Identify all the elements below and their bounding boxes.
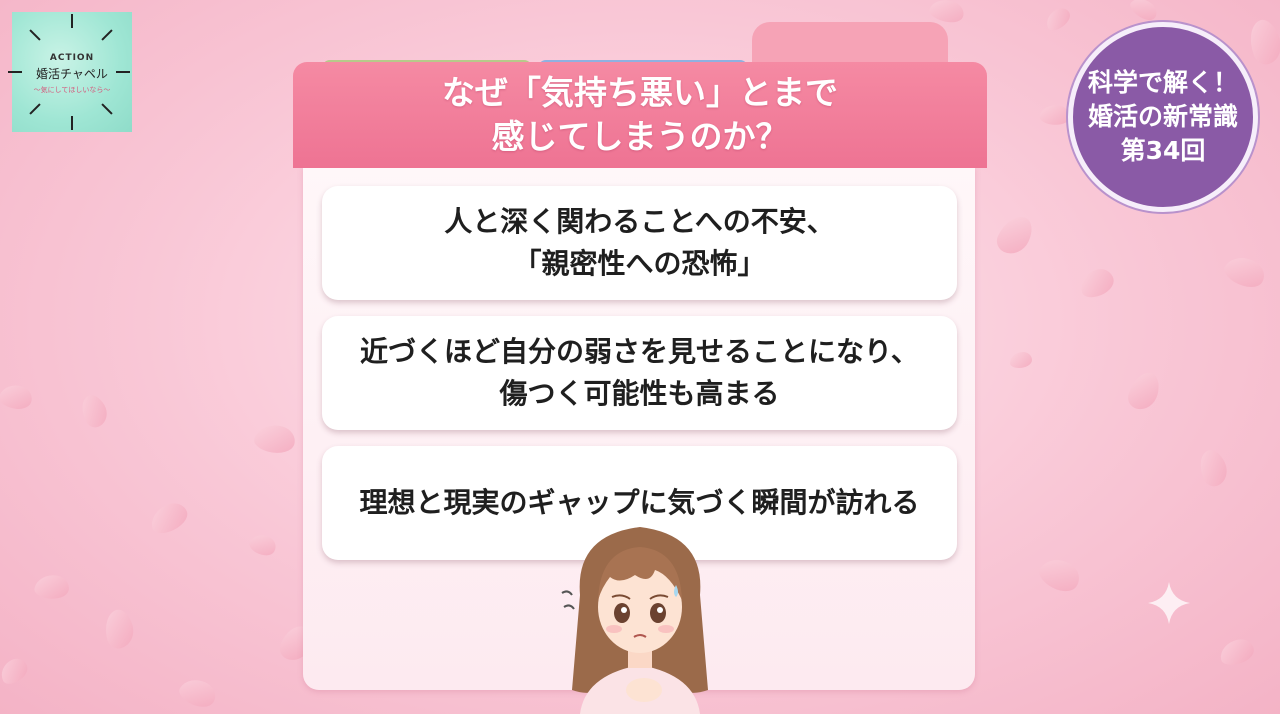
page-title: なぜ「気持ち悪い」とまで 感じてしまうのか？	[293, 62, 987, 168]
petal-decoration	[1010, 352, 1032, 368]
worried-girl-illustration	[561, 527, 708, 714]
petal-decoration	[992, 210, 1038, 260]
petal-decoration	[1193, 446, 1233, 490]
petal-decoration	[1125, 369, 1163, 413]
petal-decoration	[0, 655, 32, 687]
logo: ACTION 婚活チャペル 〜気にしてほしいなら〜	[8, 12, 132, 132]
badge-line-1: 科学で解く！	[1087, 68, 1238, 97]
item-line-2: 傷つく可能性も高まる	[499, 377, 780, 410]
item-line-2: 「親密性への恐怖」	[513, 247, 766, 280]
item-line-1: 人と深く関わることへの不安、	[444, 205, 835, 238]
title-line-1: なぜ「気持ち悪い」とまで	[442, 73, 838, 112]
petal-decoration	[1038, 102, 1072, 128]
list-item: 人と深く関わることへの不安、 「親密性への恐怖」	[322, 186, 957, 300]
petal-decoration	[1243, 16, 1280, 68]
petal-decoration	[100, 607, 138, 651]
badge-line-2: 婚活の新常識	[1087, 102, 1238, 131]
series-badge: 科学で解く！ 婚活の新常識 第34回	[1068, 22, 1258, 212]
logo-sub-text: 〜気にしてほしいなら〜	[33, 86, 111, 94]
item-line-1: 近づくほど自分の弱さを見せることになり、	[360, 335, 919, 368]
petal-decoration	[33, 572, 71, 602]
petal-decoration	[1220, 249, 1270, 295]
petal-decoration	[1127, 0, 1161, 25]
list-item: 近づくほど自分の弱さを見せることになり、 傷つく可能性も高まる	[322, 316, 957, 430]
petal-decoration	[1218, 637, 1256, 667]
petal-decoration	[1077, 266, 1117, 300]
petal-decoration	[75, 391, 113, 431]
petal-decoration	[146, 499, 192, 537]
petal-decoration	[1035, 551, 1085, 599]
logo-top-text: ACTION	[49, 53, 95, 63]
petal-decoration	[175, 672, 221, 714]
badge-line-3: 第34回	[1120, 136, 1206, 165]
petal-decoration	[246, 529, 280, 561]
sparkle-icon	[1148, 582, 1190, 624]
title-line-2: 感じてしまうのか？	[491, 117, 789, 156]
petal-decoration	[252, 420, 298, 458]
logo-main-text: 婚活チャペル	[36, 67, 108, 81]
petal-decoration	[1042, 4, 1074, 34]
petal-decoration	[0, 380, 36, 414]
